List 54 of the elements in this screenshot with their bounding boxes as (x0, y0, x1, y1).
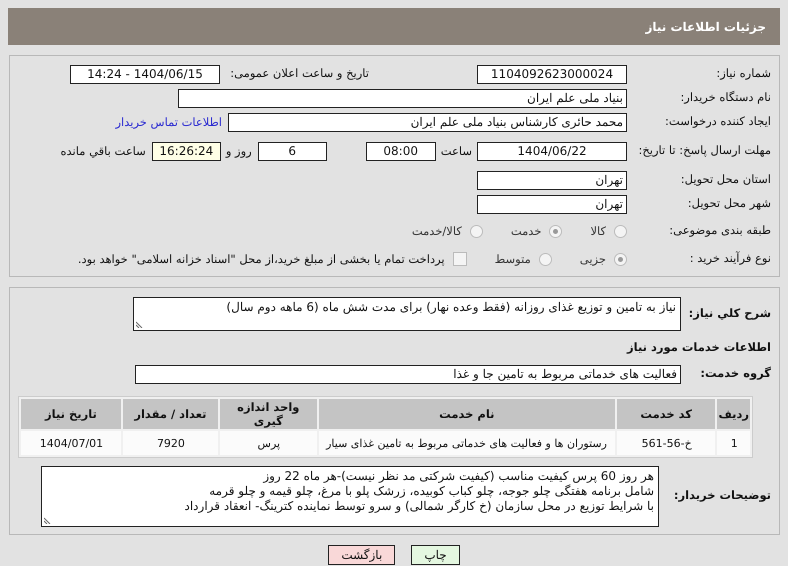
creator-field: محمد حائری کارشناس بنیاد ملی علم ایران (228, 112, 627, 132)
deadline-time-field: 08:00 (366, 142, 436, 160)
column-header: ردیف (717, 399, 750, 429)
province-field: تهران (477, 170, 627, 190)
announce-date-field: 1404/06/15 - 14:24 (70, 64, 220, 84)
field-label: شهر محل تحویل: (686, 197, 772, 211)
back-button[interactable]: بازگشت (328, 545, 396, 565)
radio-option[interactable]: متوسط (494, 252, 552, 266)
deadline-date-field: 1404/06/22 (477, 142, 627, 160)
print-button[interactable]: چاپ (411, 545, 460, 565)
radio-option[interactable]: کالا/خدمت (412, 224, 483, 238)
remaining-label: ساعت باقي مانده (60, 144, 146, 158)
field-label: نوع فرآیند خرید : (688, 252, 772, 266)
column-header: تاریخ نیاز (21, 399, 121, 429)
field-label: تاریخ و ساعت اعلان عمومی: (229, 67, 370, 81)
days-label: روز و (226, 144, 252, 158)
table-cell: 1 (717, 431, 750, 455)
service-group-field: فعالیت های خدماتی مربوط به تامین جا و غذا (135, 364, 681, 384)
table-cell: رستوران ها و فعالیت های خدماتی مربوط به تامین غذای سیار (318, 431, 615, 455)
field-label: استان محل تحویل: (680, 173, 772, 187)
days-field: 6 (258, 142, 327, 160)
field-label: گروه خدمت: (699, 367, 772, 381)
checkbox[interactable] (452, 252, 467, 266)
buyer-contact-link[interactable]: اطلاعات تماس خریدار (115, 115, 222, 129)
page-title: جزئیات اطلاعات نیاز (8, 8, 780, 45)
section-title: اطلاعات خدمات مورد نياز (626, 341, 772, 355)
resize-grip-icon (136, 320, 144, 328)
buyer-field: بنیاد ملی علم ایران (178, 88, 627, 108)
radio-option[interactable]: جزیی (580, 252, 627, 266)
table-cell: خ-56-561 (616, 431, 716, 455)
column-header: واحد اندازه گیری (220, 399, 317, 429)
resize-grip-icon (44, 516, 52, 524)
field-label: مهلت ارسال پاسخ: تا تاریخ: (637, 144, 772, 158)
field-label: توضیحات خریدار: (672, 489, 772, 503)
column-header: نام خدمت (318, 399, 615, 429)
need-number-field: 1104092623000024 (477, 64, 627, 84)
buyer-notes-field: هر روز 60 پرس کیفیت مناسب (کیفیت شرکتی مد نظر نیست)-هر ماه 22 روز شامل برنامه هفتگی چلو جوجه، چلو کباب کوبیده، زرشک پلو با مرغ، چلو قیمه و چلو قرمه با شرایط توزیع در محل سازمان (خ کارگر شمالی) و سرو توسط نماینده کترینگ- انعقاد قرارداد (41, 466, 659, 526)
city-field: تهران (477, 194, 627, 214)
field-label: طبقه بندی موضوعی: (668, 224, 772, 238)
field-label: ایجاد کننده درخواست: (664, 115, 772, 129)
radio-option[interactable]: خدمت (510, 224, 562, 238)
payment-note: پرداخت تمام یا بخشی از مبلغ خرید،از محل "اسناد خزانه اسلامی" خواهد بود. (78, 252, 445, 266)
table-cell: 1404/07/01 (21, 431, 121, 455)
table-cell: پرس (220, 431, 317, 455)
field-label: نام دستگاه خریدار: (679, 91, 772, 105)
field-label: شماره نیاز: (715, 67, 772, 81)
column-header: تعداد / مقدار (122, 399, 218, 429)
field-label: شرح کلي نياز: (688, 307, 772, 321)
summary-field: نیاز به تامین و توزیع غذای روزانه (فقط وعده نهار) برای مدت شش ماه (6 ماهه دوم سال) (133, 297, 681, 331)
radio-option[interactable]: کالا (590, 224, 627, 238)
remaining-time-field: 16:26:24 (152, 142, 221, 160)
time-label: ساعت (440, 144, 472, 158)
column-header: کد خدمت (616, 399, 716, 429)
table-cell: 7920 (122, 431, 218, 455)
